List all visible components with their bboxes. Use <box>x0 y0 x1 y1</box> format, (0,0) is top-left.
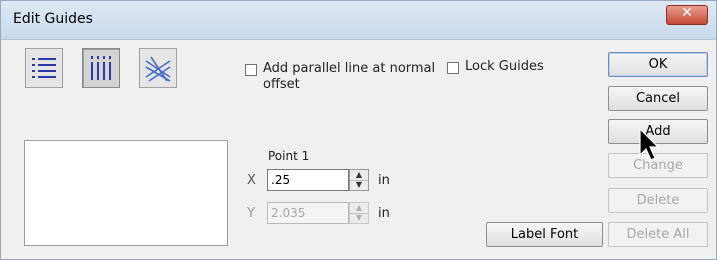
y-value: 2.035 <box>271 206 306 220</box>
close-button[interactable]: ✕ <box>666 5 708 25</box>
window-title: Edit Guides <box>13 11 93 27</box>
lock-guides-checkbox[interactable] <box>447 62 459 74</box>
y-spinner[interactable]: ▲ ▼ <box>349 202 369 224</box>
y-input[interactable]: 2.035 <box>267 202 349 224</box>
x-value: .25 <box>271 173 291 187</box>
y-unit: in <box>378 206 390 221</box>
guides-list[interactable] <box>24 140 228 246</box>
angled-guides-button[interactable] <box>139 48 177 88</box>
mouse-pointer-icon <box>639 128 660 161</box>
vertical-guides-button[interactable] <box>82 48 120 88</box>
x-input[interactable]: .25 <box>267 169 349 191</box>
x-label: X <box>247 173 256 188</box>
spin-down-icon[interactable]: ▼ <box>350 213 368 223</box>
delete-button[interactable]: Delete <box>608 188 708 213</box>
cancel-button[interactable]: Cancel <box>608 86 708 111</box>
add-parallel-line-label-continued: offset <box>263 77 300 92</box>
angled-lines-icon <box>145 56 171 82</box>
point-heading: Point 1 <box>268 149 310 163</box>
delete-all-button[interactable]: Delete All <box>608 222 708 247</box>
label-font-button[interactable]: Label Font <box>486 222 603 247</box>
add-parallel-line-checkbox[interactable] <box>245 64 257 76</box>
edit-guides-dialog: Edit Guides ✕ Add parallel line at norma… <box>0 0 717 260</box>
add-parallel-line-label: Add parallel line at normal <box>263 61 436 76</box>
vertical-lines-icon <box>91 56 111 80</box>
lock-guides-label: Lock Guides <box>465 59 544 74</box>
ok-button[interactable]: OK <box>608 52 708 77</box>
horizontal-lines-icon <box>32 58 56 78</box>
close-icon: ✕ <box>681 5 693 21</box>
title-bar: Edit Guides ✕ <box>1 1 716 40</box>
y-label: Y <box>247 206 255 221</box>
x-unit: in <box>378 173 390 188</box>
horizontal-guides-button[interactable] <box>25 48 63 88</box>
spin-down-icon[interactable]: ▼ <box>350 180 368 190</box>
x-spinner[interactable]: ▲ ▼ <box>349 169 369 191</box>
